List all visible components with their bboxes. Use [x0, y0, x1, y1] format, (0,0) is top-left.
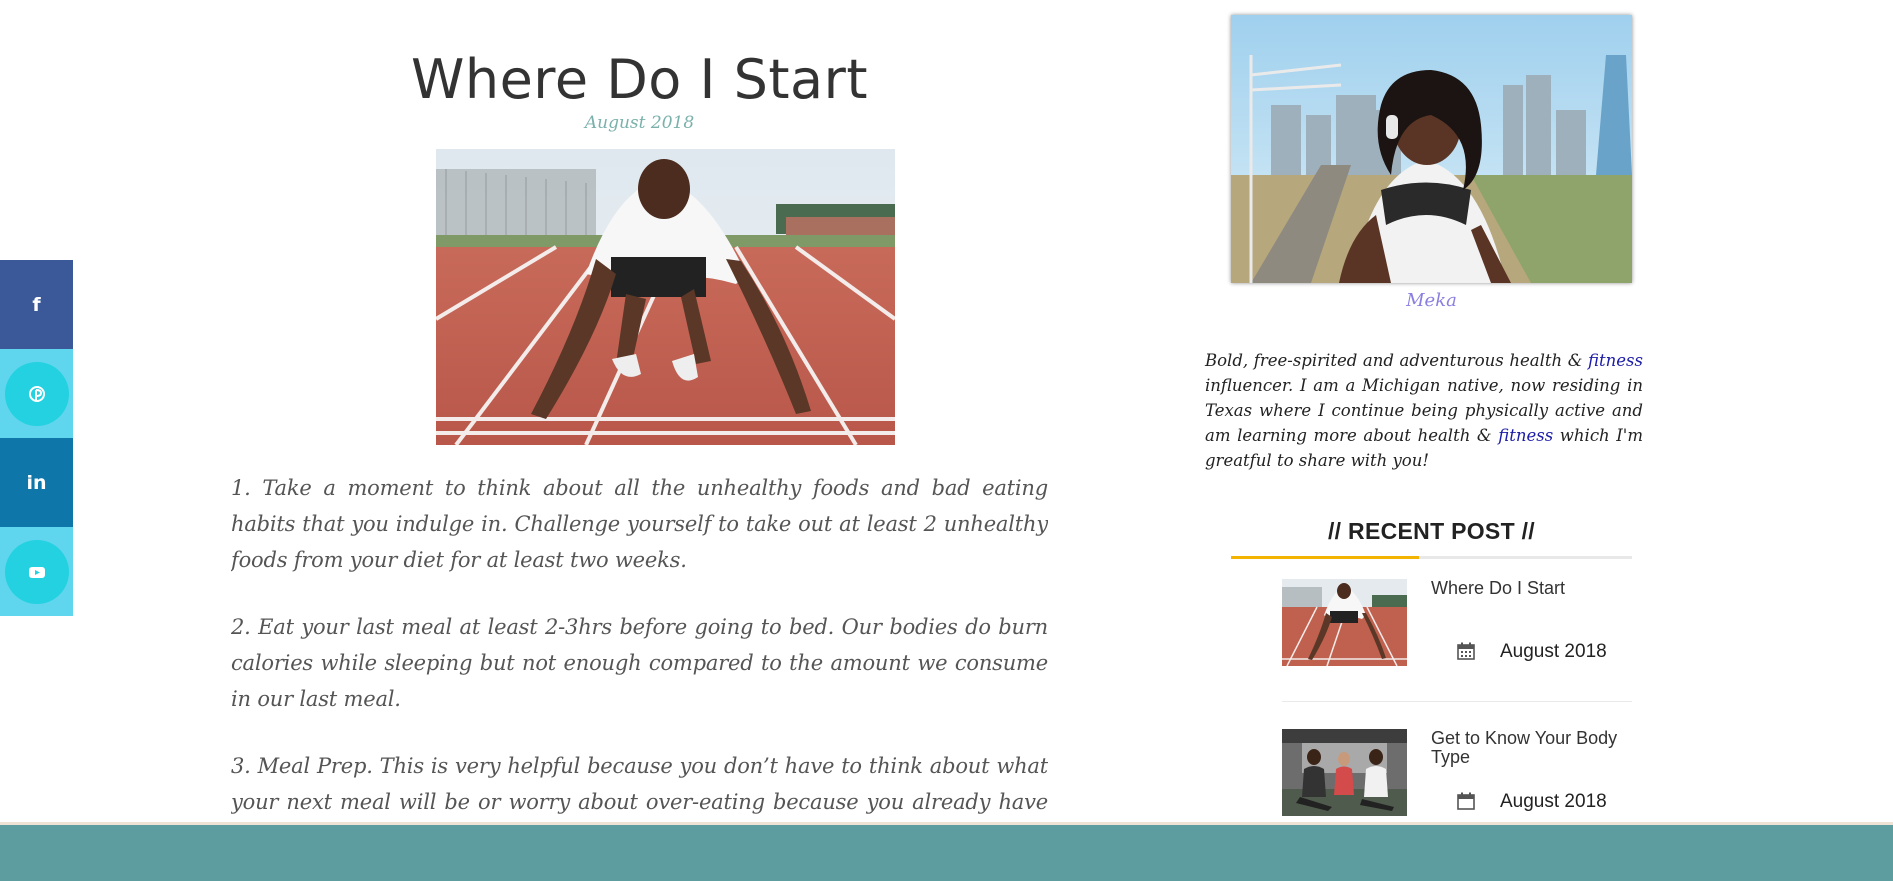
recent-post-separator [1282, 701, 1632, 702]
facebook-icon: f [32, 293, 41, 316]
footer-band [0, 822, 1893, 881]
recent-post-thumbnail[interactable] [1282, 579, 1407, 666]
pinterest-icon-circle [4, 361, 69, 426]
author-bio: Bold, free-spirited and adventurous heal… [1205, 348, 1643, 473]
recent-post-date: August 2018 [1500, 791, 1607, 812]
facebook-share-button[interactable]: f [0, 260, 73, 349]
recent-posts-divider-accent [1231, 556, 1419, 559]
recent-post-thumbnail[interactable] [1282, 729, 1407, 816]
post-date: August 2018 [584, 113, 695, 133]
bio-keyword-link[interactable]: fitness [1588, 351, 1643, 370]
recent-post-date: August 2018 [1500, 641, 1607, 662]
post-paragraph-1: 1. Take a moment to think about all the … [231, 476, 1048, 572]
youtube-icon [28, 566, 45, 578]
calendar-icon [1457, 792, 1475, 810]
post-title: Where Do I Start [410, 48, 869, 111]
linkedin-icon: in [26, 471, 47, 494]
calendar-icon [1457, 642, 1475, 660]
youtube-icon-circle [4, 539, 69, 604]
sprinter-photo [436, 149, 895, 445]
pinterest-share-button[interactable] [0, 349, 73, 438]
recent-post-title[interactable]: Where Do I Start [1431, 579, 1631, 598]
recent-posts-divider [1231, 556, 1632, 559]
post-paragraph-2: 2. Eat your last meal at least 2-3hrs be… [231, 615, 1048, 711]
linkedin-share-button[interactable]: in [0, 438, 73, 527]
post-body: 1. Take a moment to think about all the … [231, 470, 1048, 820]
recent-post-title[interactable]: Get to Know Your Body Type [1431, 729, 1631, 767]
recent-posts-heading: // RECENT POST // [1327, 518, 1535, 544]
profile-name: Meka [1406, 290, 1457, 311]
pinterest-icon [28, 385, 45, 402]
social-share-bar: f in [0, 260, 73, 616]
profile-photo [1231, 15, 1632, 283]
bio-keyword-link[interactable]: fitness [1498, 426, 1553, 445]
youtube-share-button[interactable] [0, 527, 73, 616]
post-paragraph-3: 3. Meal Prep. This is very helpful becau… [231, 754, 1048, 814]
bio-text: Bold, free-spirited and adventurous heal… [1205, 351, 1589, 370]
